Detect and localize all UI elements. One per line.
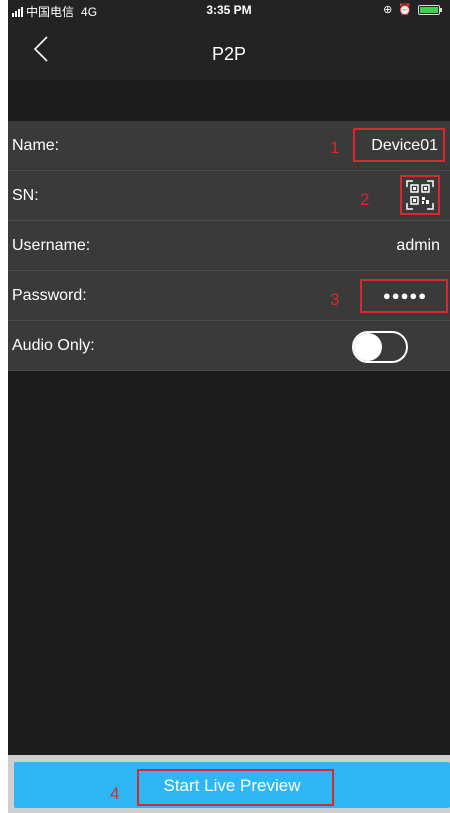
battery-icon bbox=[418, 4, 442, 15]
name-row[interactable]: Name: 1 Device01 bbox=[8, 121, 450, 171]
username-field[interactable]: admin bbox=[396, 237, 440, 255]
sn-row[interactable]: SN: 2 bbox=[8, 171, 450, 221]
password-label: Password: bbox=[12, 287, 87, 304]
annotation-number-2: 2 bbox=[360, 190, 370, 209]
password-row[interactable]: Password: 3 ●●●●● bbox=[8, 271, 450, 321]
annotation-number-3: 3 bbox=[330, 290, 340, 309]
start-live-preview-button[interactable]: 4 Start Live Preview bbox=[14, 762, 450, 808]
username-row[interactable]: Username: admin bbox=[8, 221, 450, 271]
device-form: Name: 1 Device01 SN: 2 Username: admin P… bbox=[8, 121, 450, 371]
sn-label: SN: bbox=[12, 187, 39, 204]
alarm-icon: ⏰ bbox=[398, 4, 412, 16]
toggle-knob bbox=[354, 333, 382, 361]
audio-only-row: Audio Only: bbox=[8, 321, 450, 371]
annotation-number-1: 1 bbox=[330, 138, 340, 157]
bottom-bar: 4 Start Live Preview bbox=[8, 755, 450, 813]
status-right: ⊕ ⏰ bbox=[383, 3, 442, 16]
name-label: Name: bbox=[12, 137, 60, 154]
password-field[interactable]: ●●●●● bbox=[364, 281, 446, 309]
qr-scan-button[interactable] bbox=[406, 180, 434, 210]
username-label: Username: bbox=[12, 237, 91, 254]
page-title: P2P bbox=[211, 44, 247, 64]
start-live-preview-label: Start Live Preview bbox=[163, 776, 301, 795]
audio-only-label: Audio Only: bbox=[12, 337, 95, 354]
name-field[interactable]: Device01 bbox=[371, 137, 438, 155]
phone-screen: 中国电信 4G 3:35 PM ⊕ ⏰ P2P Name: 1 Device01… bbox=[8, 0, 450, 813]
nav-bar: P2P bbox=[8, 20, 450, 80]
audio-only-toggle[interactable] bbox=[352, 331, 408, 363]
rotation-lock-icon: ⊕ bbox=[383, 4, 393, 16]
qr-code-icon bbox=[406, 180, 434, 210]
status-bar: 中国电信 4G 3:35 PM ⊕ ⏰ bbox=[8, 0, 450, 20]
